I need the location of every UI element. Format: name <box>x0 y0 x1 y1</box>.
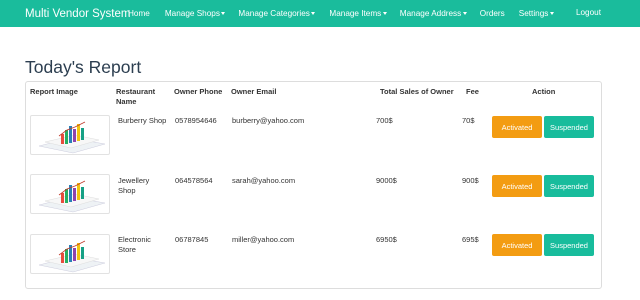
nav-manage-categories-label: Manage Categories <box>238 9 310 18</box>
logout-link[interactable]: Logout <box>576 8 601 17</box>
header-report-image: Report Image <box>30 87 78 96</box>
report-image <box>30 174 110 214</box>
restaurant-name-line1: Electronic <box>118 235 151 244</box>
suspended-button[interactable]: Suspended <box>544 175 594 197</box>
restaurant-name: Burberry Shop <box>118 116 167 125</box>
caret-down-icon <box>221 12 226 16</box>
nav-manage-categories[interactable]: Manage Categories <box>238 9 316 18</box>
total-sales: 700$ <box>376 116 393 125</box>
nav-orders[interactable]: Orders <box>480 9 505 18</box>
caret-down-icon <box>462 12 467 16</box>
header-action: Action <box>532 87 556 96</box>
brand-link[interactable]: Multi Vendor System <box>25 8 130 20</box>
header-fee: Fee <box>466 87 479 96</box>
header-restaurant-name-line1: Restaurant <box>116 87 156 96</box>
header-restaurant-name-line2: Name <box>116 97 137 106</box>
nav-manage-address[interactable]: Manage Address <box>400 9 467 18</box>
activated-button[interactable]: Activated <box>492 234 542 256</box>
nav-manage-shops[interactable]: Manage Shops <box>165 9 226 18</box>
header-total-sales: Total Sales of Owner <box>380 87 454 96</box>
nav-settings[interactable]: Settings <box>519 9 554 18</box>
top-navbar: Multi Vendor System Home Manage Shops Ma… <box>0 0 640 27</box>
caret-down-icon <box>549 12 554 16</box>
total-sales: 9000$ <box>376 176 397 185</box>
nav-settings-label: Settings <box>518 9 549 18</box>
header-owner-phone: Owner Phone <box>174 87 223 96</box>
nav-home[interactable]: Home <box>128 9 150 18</box>
report-image <box>30 234 110 274</box>
owner-email: burberry@yahoo.com <box>232 116 305 125</box>
nav-manage-address-label: Manage Address <box>399 9 462 18</box>
caret-down-icon <box>311 12 316 16</box>
suspended-button[interactable]: Suspended <box>544 234 594 256</box>
suspended-button[interactable]: Suspended <box>544 116 594 138</box>
activated-button[interactable]: Activated <box>492 116 542 138</box>
nav-manage-items[interactable]: Manage Items <box>329 9 387 18</box>
caret-down-icon <box>382 12 387 16</box>
header-owner-email: Owner Email <box>231 87 277 96</box>
report-chart-icon <box>38 240 106 273</box>
total-sales: 6950$ <box>376 235 397 244</box>
report-chart-icon <box>38 121 106 154</box>
page-title: Today's Report <box>25 57 142 77</box>
owner-phone: 06787845 <box>175 235 209 244</box>
nav-manage-items-label: Manage Items <box>329 9 382 18</box>
restaurant-name-line2: Shop <box>118 186 136 195</box>
owner-email: miller@yahoo.com <box>232 235 295 244</box>
fee: 695$ <box>462 235 479 244</box>
fee: 70$ <box>462 116 475 125</box>
nav-manage-shops-label: Manage Shops <box>164 9 220 18</box>
report-chart-icon <box>38 180 106 213</box>
report-image <box>30 115 110 155</box>
restaurant-name-line2: Store <box>118 245 136 254</box>
owner-email: sarah@yahoo.com <box>232 176 296 185</box>
activated-button[interactable]: Activated <box>492 175 542 197</box>
restaurant-name-line1: Jewellery <box>118 176 150 185</box>
owner-phone: 064578564 <box>175 176 213 185</box>
fee: 900$ <box>462 176 479 185</box>
owner-phone: 0578954646 <box>175 116 217 125</box>
report-table: Report Image Restaurant Name Owner Phone… <box>25 81 602 289</box>
